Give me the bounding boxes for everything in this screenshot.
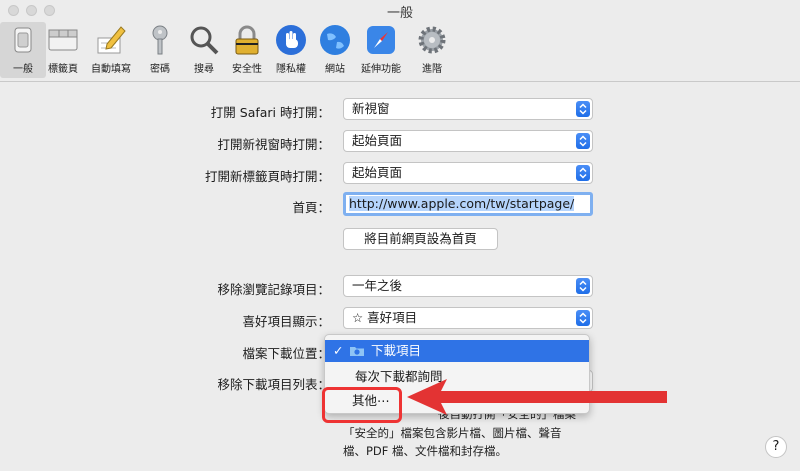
safari-opens-with-label: 打開 Safari 時打開： bbox=[210, 105, 330, 120]
tab-autofill[interactable]: 自動填寫 bbox=[88, 22, 134, 78]
tab-extensions[interactable]: 延伸功能 bbox=[358, 22, 404, 78]
new-windows-open-with-value: 起始頁面 bbox=[352, 133, 403, 148]
tab-advanced[interactable]: 進階 bbox=[409, 22, 455, 78]
safari-opens-with-value: 新視窗 bbox=[352, 101, 390, 116]
tab-advanced-label: 進階 bbox=[422, 64, 442, 75]
globe-icon bbox=[320, 25, 350, 55]
downloads-folder-icon bbox=[350, 347, 364, 356]
homepage-field[interactable]: http://www.apple.com/tw/startpage/ bbox=[343, 192, 593, 216]
favorites-shows-label: 喜好項目顯示： bbox=[242, 314, 330, 329]
popup-arrows-icon bbox=[576, 278, 590, 294]
homepage-label: 首頁： bbox=[292, 200, 330, 215]
remove-history-items-value: 一年之後 bbox=[352, 278, 403, 293]
key-icon bbox=[152, 25, 168, 55]
tab-extensions-label: 延伸功能 bbox=[361, 64, 401, 75]
general-switch-icon bbox=[14, 27, 32, 53]
remove-history-items-popup[interactable]: 一年之後 bbox=[343, 275, 593, 297]
popup-arrows-icon bbox=[576, 310, 590, 326]
help-button[interactable]: ? bbox=[765, 436, 787, 458]
new-tabs-open-with-label: 打開新標籤頁時打開： bbox=[204, 169, 330, 184]
pencil-form-icon bbox=[97, 26, 126, 54]
favorites-shows-value: ☆ 喜好項目 bbox=[352, 310, 418, 325]
menu-item-downloads-label: 下載項目 bbox=[371, 343, 422, 358]
gear-icon bbox=[418, 26, 446, 54]
preferences-toolbar: 一般 標籤頁 自動填寫 密碼 搜尋 安全性 隱私權 網站 延伸功能 進階 bbox=[0, 22, 800, 82]
popup-arrows-icon bbox=[576, 101, 590, 117]
homepage-value: http://www.apple.com/tw/startpage/ bbox=[349, 196, 575, 211]
annotation-arrow bbox=[407, 379, 667, 415]
safe-files-note-line3: 檔、PDF 檔、文件檔和封存檔。 bbox=[343, 444, 508, 458]
window-title: 一般 bbox=[386, 6, 413, 21]
new-windows-open-with-popup[interactable]: 起始頁面 bbox=[343, 130, 593, 152]
compass-extension-icon bbox=[367, 26, 395, 54]
tab-tabs[interactable]: 標籤頁 bbox=[40, 22, 86, 78]
safe-files-note-line2: 「安全的」檔案包含影片檔、圖片檔、聲音 bbox=[343, 426, 562, 440]
new-windows-open-with-label: 打開新視窗時打開： bbox=[217, 137, 330, 152]
popup-arrows-icon bbox=[576, 165, 590, 181]
tabs-window-icon bbox=[48, 29, 78, 51]
favorites-shows-popup[interactable]: ☆ 喜好項目 bbox=[343, 307, 593, 329]
title-bar: 一般 bbox=[0, 0, 800, 22]
set-current-page-button[interactable]: 將目前網頁設為首頁 bbox=[343, 228, 498, 250]
menu-item-downloads[interactable]: ✓ 下載項目 bbox=[325, 340, 589, 362]
privacy-hand-icon bbox=[276, 25, 306, 55]
new-tabs-open-with-value: 起始頁面 bbox=[352, 165, 403, 180]
remove-history-items-label: 移除瀏覽記錄項目： bbox=[217, 282, 330, 297]
highlight-box bbox=[322, 387, 402, 423]
checkmark-icon: ✓ bbox=[333, 343, 344, 358]
safari-opens-with-popup[interactable]: 新視窗 bbox=[343, 98, 593, 120]
general-settings-pane: 打開 Safari 時打開： 新視窗 打開新視窗時打開： 起始頁面 打開新標籤頁… bbox=[0, 82, 800, 471]
popup-arrows-icon bbox=[576, 133, 590, 149]
download-location-label: 檔案下載位置： bbox=[242, 346, 330, 361]
remove-download-list-label: 移除下載項目列表： bbox=[217, 377, 330, 392]
new-tabs-open-with-popup[interactable]: 起始頁面 bbox=[343, 162, 593, 184]
search-icon bbox=[190, 26, 219, 55]
padlock-icon bbox=[235, 25, 259, 55]
